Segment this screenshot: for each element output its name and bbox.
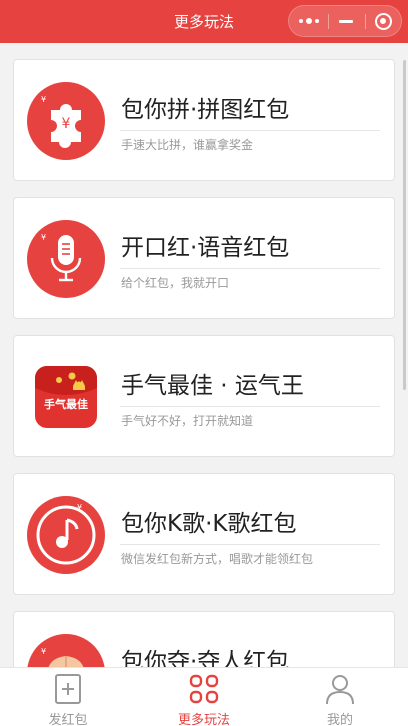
- tab-label: 发红包: [48, 713, 88, 726]
- grid-icon: [189, 674, 219, 704]
- music-note-icon: ¥: [27, 496, 105, 574]
- person-icon: [326, 675, 354, 705]
- card-voice-packet[interactable]: ¥ 开口红·语音红包 给个红包，我就开口: [13, 197, 395, 319]
- best-luck-icon: 手气最佳: [35, 366, 97, 428]
- tab-label: 我的: [326, 713, 353, 726]
- microphone-icon: ¥: [27, 220, 105, 298]
- tab-label: 更多玩法: [177, 713, 230, 726]
- card-subtitle: 手速大比拼，谁赢拿奖金: [121, 138, 254, 152]
- game-list[interactable]: ¥ ¥ 包你拼·拼图红包 手速大比拼，谁赢拿奖金 ¥ 开口红·语音红包 给个红包…: [0, 43, 408, 667]
- card-title: 包你夺·夺人红包: [121, 649, 290, 667]
- capsule-menu: [288, 5, 402, 37]
- navigation-bar: 更多玩法: [0, 0, 408, 43]
- minus-icon: [339, 19, 353, 23]
- card-title: 手气最佳 · 运气王: [121, 373, 304, 399]
- tab-mine[interactable]: 我的: [272, 668, 408, 726]
- puzzle-icon: ¥ ¥: [27, 82, 105, 160]
- card-subtitle: 给个红包，我就开口: [121, 276, 230, 290]
- yuan-glyph: ¥: [62, 116, 71, 132]
- peach-icon: ¥: [27, 634, 105, 667]
- card-title: 开口红·语音红包: [121, 235, 290, 261]
- yuan-glyph-small: ¥: [77, 503, 82, 512]
- divider: [120, 130, 380, 131]
- card-karaoke-packet[interactable]: ¥ 包你K歌·K歌红包 微信发红包新方式，唱歌才能领红包: [13, 473, 395, 595]
- card-subtitle: 手气好不好，打开就知道: [121, 414, 254, 428]
- tab-bar: 发红包 更多玩法 我的: [0, 667, 408, 726]
- divider: [120, 268, 380, 269]
- divider: [120, 544, 380, 545]
- card-best-luck[interactable]: 手气最佳 手气最佳 · 运气王 手气好不好，打开就知道: [13, 335, 395, 457]
- send-envelope-icon: [55, 674, 81, 704]
- yuan-glyph-small: ¥: [41, 95, 46, 104]
- card-puzzle-packet[interactable]: ¥ ¥ 包你拼·拼图红包 手速大比拼，谁赢拿奖金: [13, 59, 395, 181]
- card-title: 包你K歌·K歌红包: [121, 511, 297, 537]
- card-title: 包你拼·拼图红包: [121, 97, 290, 123]
- card-subtitle: 微信发红包新方式，唱歌才能领红包: [121, 552, 314, 566]
- tab-send-packet[interactable]: 发红包: [0, 668, 136, 726]
- yuan-glyph-small: ¥: [41, 647, 46, 656]
- tab-more-games[interactable]: 更多玩法: [136, 668, 272, 726]
- scrollbar[interactable]: [403, 60, 406, 390]
- close-miniprogram-button[interactable]: [365, 6, 401, 36]
- best-luck-text: 手气最佳: [44, 397, 88, 411]
- more-dots-icon: [299, 18, 319, 24]
- more-options-button[interactable]: [291, 6, 327, 36]
- divider: [120, 406, 380, 407]
- target-icon: [374, 12, 392, 30]
- minimize-button[interactable]: [328, 6, 364, 36]
- yuan-glyph-small: ¥: [41, 233, 46, 242]
- card-grab-packet[interactable]: ¥ 包你夺·夺人红包: [13, 611, 395, 667]
